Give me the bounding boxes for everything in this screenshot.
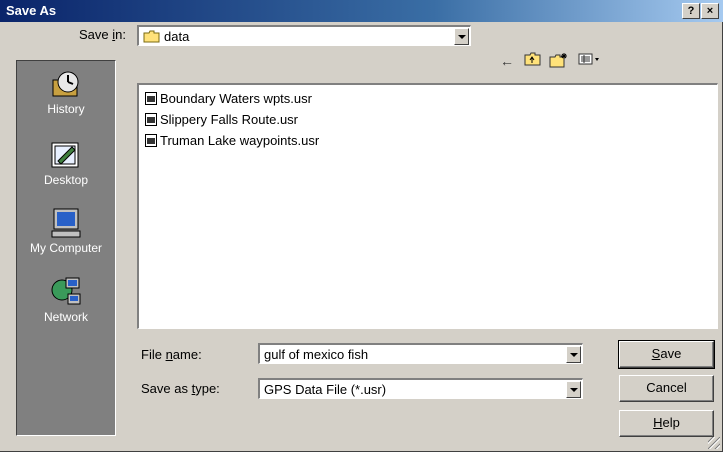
save-type-dropdown-arrow[interactable] — [566, 381, 581, 398]
save-in-text: data — [164, 29, 190, 44]
help-title-button[interactable]: ? — [682, 3, 700, 19]
new-folder-svg — [549, 53, 567, 68]
place-my-computer[interactable]: My Computer — [17, 207, 115, 255]
save-in-dropdown-arrow[interactable] — [454, 28, 469, 45]
history-icon — [52, 71, 79, 97]
save-type-label-c: ype: — [195, 381, 220, 396]
file-name-combo[interactable]: gulf of mexico fish — [258, 343, 583, 364]
up-folder-icon[interactable] — [523, 52, 543, 70]
save-as-dialog: Save As ? × Save in: data ← History Desk… — [0, 0, 723, 452]
title-bar: Save As ? × — [0, 0, 723, 22]
resize-grip[interactable] — [708, 437, 720, 449]
file-name-label: File name: — [141, 347, 202, 362]
place-history-label: History — [47, 102, 85, 116]
file-item[interactable]: Boundary Waters wpts.usr — [145, 91, 312, 106]
file-name-label-a: File — [141, 347, 166, 362]
file-item-name: Truman Lake waypoints.usr — [160, 133, 320, 148]
file-item-name: Boundary Waters wpts.usr — [160, 91, 312, 106]
save-in-label-a: Save — [79, 27, 113, 42]
file-name-dropdown-arrow[interactable] — [566, 346, 581, 363]
save-in-value: data — [143, 29, 189, 44]
usr-file-icon — [145, 92, 157, 105]
save-type-label: Save as type: — [141, 381, 220, 396]
cancel-button[interactable]: Cancel — [619, 375, 714, 402]
back-icon[interactable]: ← — [497, 52, 517, 70]
place-desktop-label: Desktop — [43, 173, 89, 187]
place-network-label: Network — [43, 310, 88, 324]
file-item[interactable]: Truman Lake waypoints.usr — [145, 133, 319, 148]
help-button-u: H — [653, 415, 663, 430]
save-in-label-c: n: — [115, 27, 126, 42]
folder-icon — [143, 30, 160, 43]
cancel-button-label: Cancel — [646, 380, 687, 395]
usr-file-icon — [145, 134, 157, 147]
usr-file-icon — [145, 113, 157, 126]
up-folder-svg — [524, 52, 541, 66]
help-button-rest: elp — [662, 415, 680, 430]
window-title: Save As — [6, 3, 57, 18]
file-list[interactable]: Boundary Waters wpts.usr Slippery Falls … — [137, 83, 718, 329]
my-computer-icon — [51, 208, 81, 238]
save-type-value: GPS Data File (*.usr) — [264, 382, 387, 397]
desktop-icon — [51, 142, 79, 168]
file-name-value[interactable]: gulf of mexico fish — [264, 347, 368, 362]
save-type-label-a: Save as — [141, 381, 192, 396]
save-in-combo[interactable]: data — [137, 25, 471, 46]
save-button[interactable]: Save — [618, 340, 715, 369]
help-button[interactable]: Help — [619, 410, 714, 437]
views-svg — [578, 53, 599, 65]
network-icon — [51, 277, 81, 305]
close-button[interactable]: × — [701, 3, 719, 19]
file-item[interactable]: Slippery Falls Route.usr — [145, 112, 298, 127]
save-type-combo[interactable]: GPS Data File (*.usr) — [258, 378, 583, 399]
back-glyph: ← — [500, 53, 514, 69]
file-name-label-b: n — [165, 347, 173, 362]
new-folder-icon[interactable] — [549, 52, 569, 70]
place-desktop[interactable]: Desktop — [17, 139, 115, 187]
file-name-label-c: ame: — [172, 347, 202, 362]
file-item-name: Slippery Falls Route.usr — [160, 112, 298, 127]
views-menu-icon[interactable] — [577, 52, 603, 70]
place-history[interactable]: History — [17, 68, 115, 116]
save-in-label: Save in: — [79, 27, 126, 42]
places-bar: History Desktop My Computer Network — [16, 60, 116, 436]
save-button-rest: ave — [660, 346, 682, 361]
place-my-computer-label: My Computer — [29, 241, 103, 255]
place-network[interactable]: Network — [17, 276, 115, 324]
